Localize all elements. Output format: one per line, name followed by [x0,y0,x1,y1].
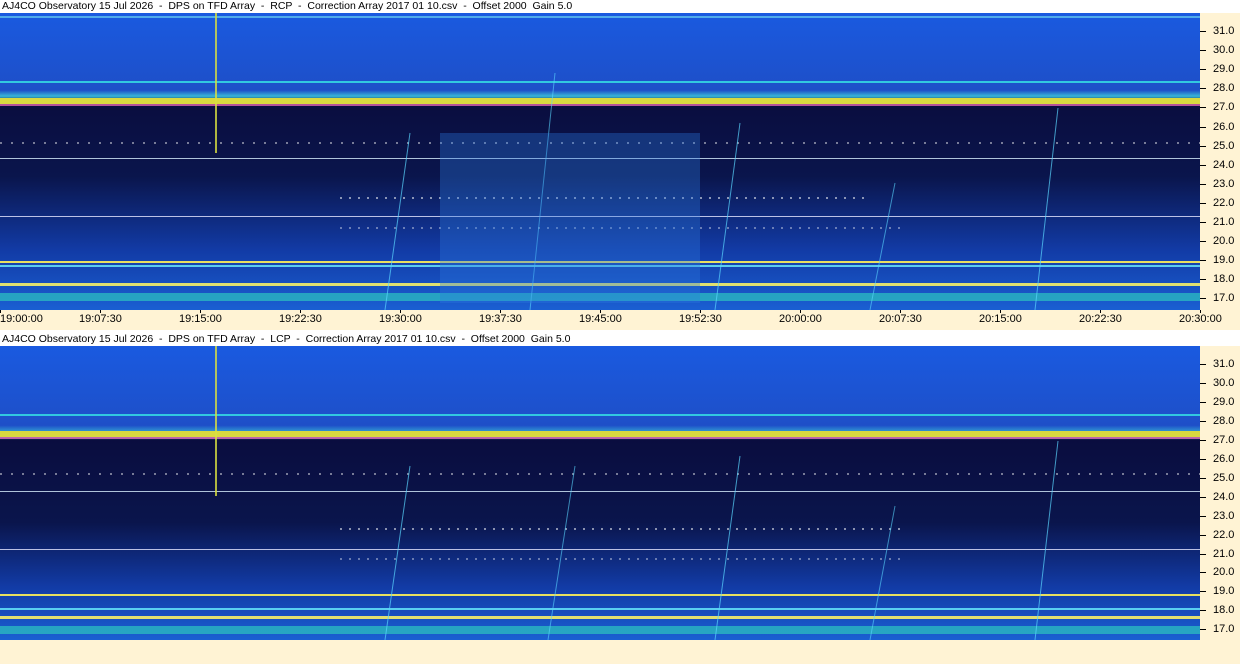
rcp-frequency-tick [1200,222,1206,223]
lcp-frequency-label: 26.0 [1213,452,1235,465]
time-label: 20:22:30 [1079,313,1122,325]
lcp-frequency-label: 18.0 [1213,604,1235,617]
rcp-frequency-label: 23.0 [1213,177,1235,190]
lcp-frequency-tick [1200,534,1206,536]
bottom-axis-strip [0,640,1240,664]
time-label: 20:00:00 [779,313,822,325]
rcp-frequency-label: 20.0 [1213,235,1235,248]
rcp-frequency-label: 18.0 [1213,273,1235,286]
rcp-panel-title: AJ4CO Observatory 15 Jul 2026 - DPS on T… [2,0,573,12]
rcp-frequency-label: 19.0 [1213,254,1235,267]
rcp-frequency-label: 29.0 [1213,63,1235,76]
rcp-frequency-tick [1200,241,1206,243]
lcp-spectrogram[interactable] [0,346,1200,640]
lcp-frequency-tick [1200,458,1206,460]
rcp-frequency-label: 24.0 [1213,158,1235,171]
lcp-frequency-tick [1200,439,1206,441]
lcp-frequency-label: 31.0 [1213,358,1235,370]
rcp-frequency-tick [1200,164,1206,166]
lcp-frequency-label: 27.0 [1213,433,1235,446]
lcp-frequency-label: 17.0 [1213,623,1235,636]
rcp-frequency-label: 31.0 [1213,25,1235,37]
time-label: 19:07:30 [79,313,122,325]
lcp-frequency-tick [1200,553,1206,555]
rcp-frequency-tick [1200,202,1206,204]
lcp-frequency-label: 22.0 [1213,528,1235,541]
rcp-spectrogram-image [0,13,1200,310]
rcp-frequency-tick [1200,50,1206,52]
lcp-frequency-label: 21.0 [1213,547,1235,560]
lcp-frequency-tick [1200,477,1206,479]
time-label: 19:45:00 [579,313,622,325]
lcp-frequency-label: 25.0 [1213,471,1235,484]
lcp-frequency-label: 28.0 [1213,414,1235,427]
rcp-frequency-label: 28.0 [1213,82,1235,95]
lcp-frequency-label: 19.0 [1213,585,1235,598]
lcp-frequency-tick [1200,401,1206,403]
lcp-frequency-tick [1200,382,1206,384]
time-axis: 19:00:00 19:07:30 19:15:00 19:22:30 19:30:00… [0,310,1240,330]
lcp-frequency-tick [1200,629,1206,631]
time-label: 19:15:00 [179,313,222,325]
time-label: 20:07:30 [879,313,922,325]
rcp-frequency-label: 26.0 [1213,120,1235,133]
rcp-frequency-label: 22.0 [1213,196,1235,209]
lcp-frequency-tick [1200,364,1206,365]
rcp-frequency-tick [1200,126,1206,128]
lcp-frequency-tick [1200,591,1206,593]
rcp-frequency-axis: 31.0 30.0 29.0 28.0 27.0 26.0 25.0 24.0 23.0 22.0… [1200,13,1240,310]
rcp-frequency-tick [1200,298,1206,300]
time-label: 19:30:00 [379,313,422,325]
rcp-frequency-tick [1200,69,1206,71]
lcp-frequency-label: 29.0 [1213,395,1235,408]
rcp-frequency-tick [1200,31,1206,32]
lcp-spectrogram-image [0,346,1200,640]
rcp-frequency-tick [1200,279,1206,281]
rcp-frequency-tick [1200,107,1206,109]
lcp-frequency-tick [1200,515,1206,517]
lcp-frequency-label: 30.0 [1213,376,1235,389]
rcp-frequency-tick [1200,145,1206,147]
lcp-frequency-label: 20.0 [1213,566,1235,579]
time-label: 19:37:30 [479,313,522,325]
lcp-frequency-label: 23.0 [1213,509,1235,522]
time-label: 19:00:00 [0,313,43,325]
lcp-frequency-tick [1200,496,1206,498]
lcp-panel-title: AJ4CO Observatory 15 Jul 2026 - DPS on T… [2,333,571,345]
lcp-frequency-tick [1200,420,1206,422]
time-label: 20:30:00 [1179,313,1222,325]
time-label: 20:15:00 [979,313,1022,325]
time-label: 19:22:30 [279,313,322,325]
rcp-frequency-tick [1200,88,1206,90]
lcp-frequency-tick [1200,572,1206,574]
lcp-frequency-axis: 31.0 30.0 29.0 28.0 27.0 26.0 25.0 24.0 23.0 22.0… [1200,346,1240,640]
lcp-frequency-tick [1200,610,1206,612]
rcp-frequency-tick [1200,183,1206,185]
rcp-frequency-label: 21.0 [1213,216,1235,228]
rcp-frequency-label: 17.0 [1213,292,1235,305]
rcp-frequency-label: 27.0 [1213,101,1235,114]
lcp-frequency-label: 24.0 [1213,490,1235,503]
rcp-frequency-tick [1200,260,1206,262]
rcp-spectrogram[interactable] [0,13,1200,310]
rcp-frequency-label: 25.0 [1213,139,1235,152]
time-label: 19:52:30 [679,313,722,325]
rcp-frequency-label: 30.0 [1213,44,1235,57]
